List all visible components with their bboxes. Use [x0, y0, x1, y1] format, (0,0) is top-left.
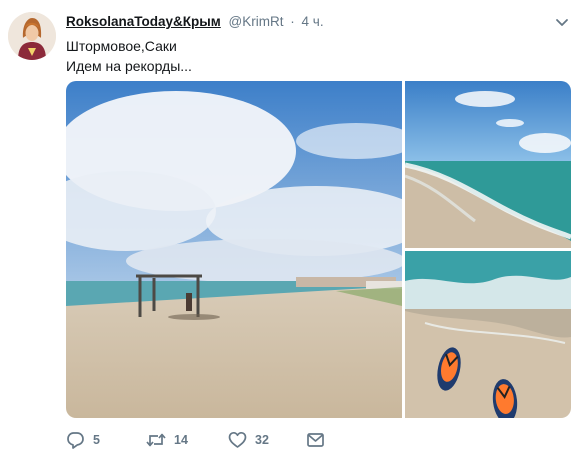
flip-flops-photo[interactable] — [405, 251, 571, 418]
media-grid — [66, 81, 571, 418]
reply-icon — [66, 431, 85, 449]
tweet[interactable]: RoksolanaToday&Крым @KrimRt · 4 ч. Шторм… — [0, 0, 579, 460]
like-icon — [228, 431, 247, 449]
timestamp[interactable]: 4 ч. — [302, 14, 324, 29]
like-count: 32 — [255, 433, 269, 447]
avatar[interactable] — [8, 12, 56, 60]
retweet-button[interactable]: 14 — [146, 430, 188, 450]
direct-message-button[interactable] — [306, 430, 325, 450]
tweet-text-line: Штормовое,Саки — [66, 38, 177, 54]
author-name[interactable]: RoksolanaToday&Крым — [66, 14, 221, 29]
like-button[interactable]: 32 — [228, 430, 269, 450]
caret-down-icon[interactable] — [554, 14, 570, 30]
reply-count: 5 — [93, 433, 100, 447]
retweet-count: 14 — [174, 433, 188, 447]
beach-photo[interactable] — [66, 81, 402, 418]
sea-shore-photo[interactable] — [405, 81, 571, 248]
direct-message-icon — [306, 431, 325, 449]
tweet-text: Штормовое,Саки Идем на рекорды... — [66, 36, 546, 76]
retweet-icon — [146, 431, 166, 449]
reply-button[interactable]: 5 — [66, 430, 100, 450]
tweet-header: RoksolanaToday&Крым @KrimRt · 4 ч. — [66, 14, 569, 32]
separator-dot: · — [290, 14, 295, 29]
tweet-text-line: Идем на рекорды... — [66, 58, 192, 74]
screen-name[interactable]: @KrimRt — [229, 14, 284, 29]
